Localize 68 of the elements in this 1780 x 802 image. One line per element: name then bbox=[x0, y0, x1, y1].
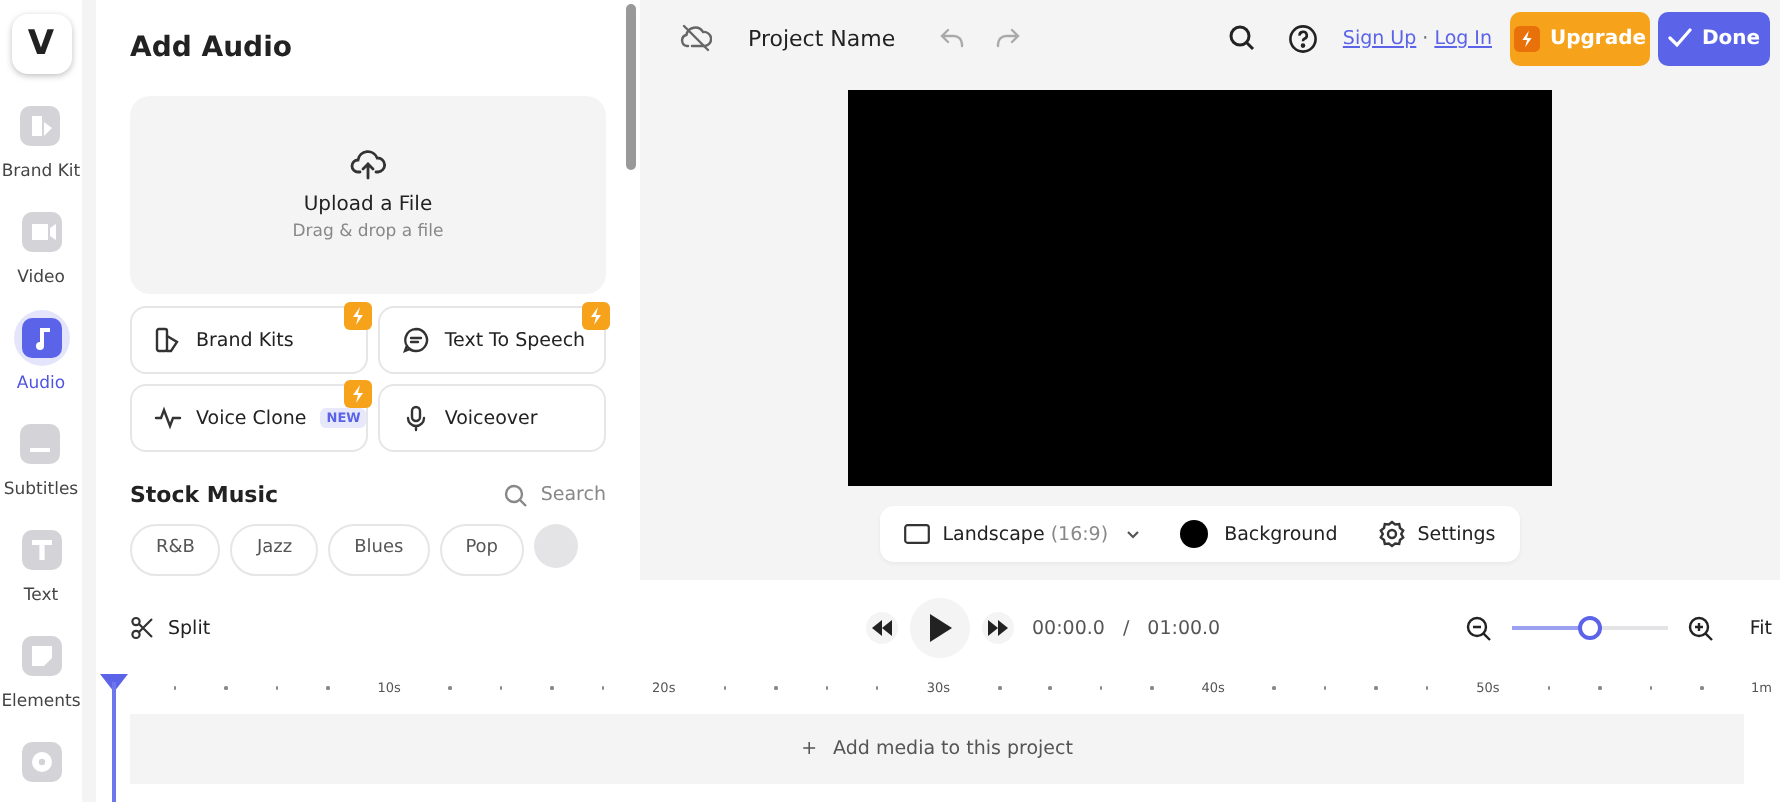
genre-chip[interactable]: Pop bbox=[439, 524, 525, 576]
duration: 01:00.0 bbox=[1147, 617, 1221, 639]
settings-button[interactable]: Settings bbox=[1377, 520, 1496, 548]
scrollbar[interactable] bbox=[626, 4, 636, 170]
cloud-off-icon bbox=[680, 24, 712, 52]
app-logo[interactable]: V bbox=[11, 14, 71, 74]
subtitles-icon bbox=[20, 424, 61, 464]
chevron-down-icon bbox=[1126, 529, 1141, 539]
project-name[interactable]: Project Name bbox=[748, 25, 896, 51]
waveform-icon bbox=[154, 404, 182, 432]
sidebar-item[interactable]: Brand Kit bbox=[1, 98, 81, 204]
settings-icon bbox=[1377, 520, 1406, 548]
genre-chip[interactable]: Blues bbox=[328, 524, 430, 576]
cloud-upload-icon bbox=[350, 148, 386, 180]
background-button[interactable]: Background bbox=[1180, 520, 1338, 548]
brand-kit-icon bbox=[154, 326, 182, 354]
microphone-icon bbox=[402, 404, 431, 432]
aspect-ratio-dropdown[interactable]: Landscape (16:9) bbox=[904, 523, 1141, 545]
video-icon bbox=[21, 212, 61, 252]
search-icon bbox=[504, 483, 529, 507]
sidebar-item[interactable]: Elements bbox=[1, 628, 81, 734]
search-button[interactable]: Search bbox=[504, 483, 606, 507]
search-icon[interactable] bbox=[1228, 24, 1257, 52]
time-separator: / bbox=[1122, 617, 1130, 639]
text-icon bbox=[21, 530, 61, 570]
separator: · bbox=[1422, 27, 1429, 49]
slider-thumb[interactable] bbox=[1577, 616, 1602, 640]
fast-forward-button[interactable] bbox=[982, 612, 1014, 644]
split-button[interactable]: Split bbox=[130, 616, 866, 640]
rewind-icon bbox=[872, 620, 892, 636]
zoom-in-icon[interactable] bbox=[1687, 615, 1714, 641]
brand-icon bbox=[20, 106, 61, 146]
tool-button[interactable]: Brand Kits bbox=[130, 306, 369, 374]
tool-button[interactable]: Text To Speech bbox=[378, 306, 606, 374]
fast-forward-icon bbox=[988, 620, 1008, 636]
genre-chip[interactable]: R&B bbox=[130, 524, 221, 576]
playhead[interactable] bbox=[100, 674, 128, 802]
current-time: 00:00.0 bbox=[1032, 617, 1105, 639]
play-button[interactable] bbox=[910, 598, 970, 658]
speech-bubble-icon bbox=[402, 326, 431, 354]
fit-button[interactable]: Fit bbox=[1749, 617, 1772, 639]
check-icon bbox=[1667, 28, 1692, 48]
tool-button[interactable]: Voiceover bbox=[378, 384, 606, 452]
scissors-icon bbox=[130, 616, 154, 640]
rewind-button[interactable] bbox=[866, 612, 898, 644]
sidebar-item[interactable]: Subtitles bbox=[3, 416, 79, 522]
done-button[interactable]: Done bbox=[1658, 11, 1770, 65]
sign-up-link[interactable]: Sign Up bbox=[1342, 27, 1417, 49]
audio-icon bbox=[21, 318, 61, 358]
rectangle-icon bbox=[904, 524, 931, 544]
zoom-out-icon[interactable] bbox=[1465, 615, 1492, 641]
help-icon[interactable] bbox=[1288, 23, 1319, 53]
upload-hint: Drag & drop a file bbox=[292, 222, 444, 242]
sidebar-item[interactable]: Video bbox=[13, 204, 69, 310]
section-title: Stock Music bbox=[130, 482, 279, 508]
upload-title: Upload a File bbox=[303, 194, 433, 216]
play-icon bbox=[928, 614, 952, 642]
plus-icon: + bbox=[801, 738, 818, 760]
panel-title: Add Audio bbox=[130, 32, 294, 64]
log-in-link[interactable]: Log In bbox=[1434, 27, 1492, 49]
media-track[interactable]: + Add media to this project bbox=[130, 714, 1744, 784]
upload-area[interactable]: Upload a File Drag & drop a file bbox=[130, 96, 606, 294]
elements-icon bbox=[21, 636, 61, 676]
sidebar-item[interactable]: Text bbox=[13, 522, 69, 628]
color-swatch bbox=[1180, 520, 1209, 548]
lightning-icon bbox=[1513, 25, 1540, 51]
add-media-label: Add media to this project bbox=[833, 738, 1073, 760]
genre-chip[interactable]: Jazz bbox=[230, 524, 319, 576]
